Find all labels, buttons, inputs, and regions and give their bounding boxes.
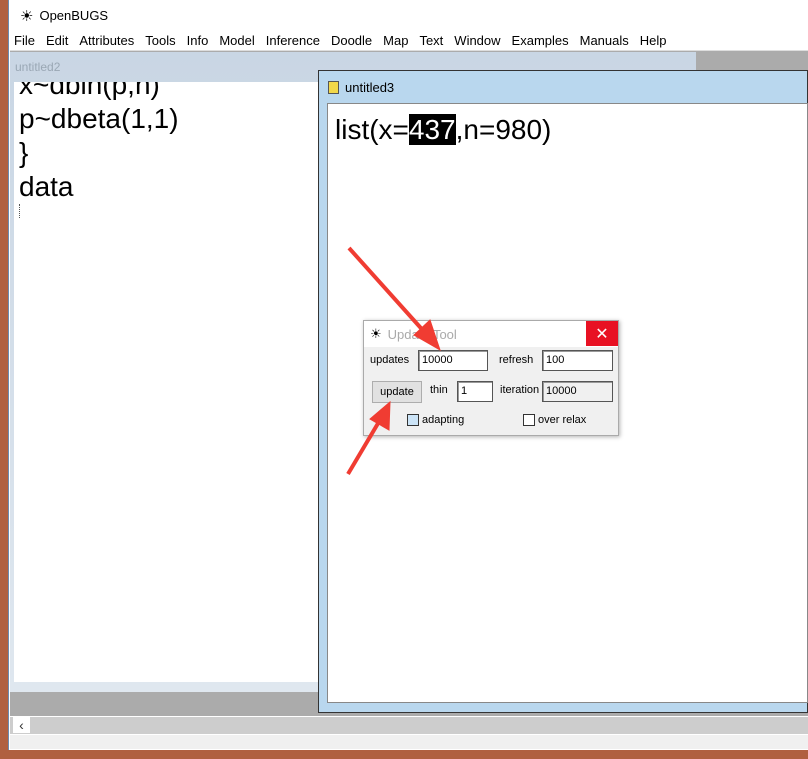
status-bar bbox=[10, 734, 808, 749]
arrow-to-updates bbox=[347, 246, 441, 352]
scroll-left-arrow-icon[interactable]: ‹ bbox=[13, 717, 30, 733]
arrow-to-update-button bbox=[346, 400, 391, 476]
horizontal-scrollbar[interactable]: ‹ bbox=[10, 716, 808, 734]
annotation-arrows bbox=[346, 246, 441, 476]
